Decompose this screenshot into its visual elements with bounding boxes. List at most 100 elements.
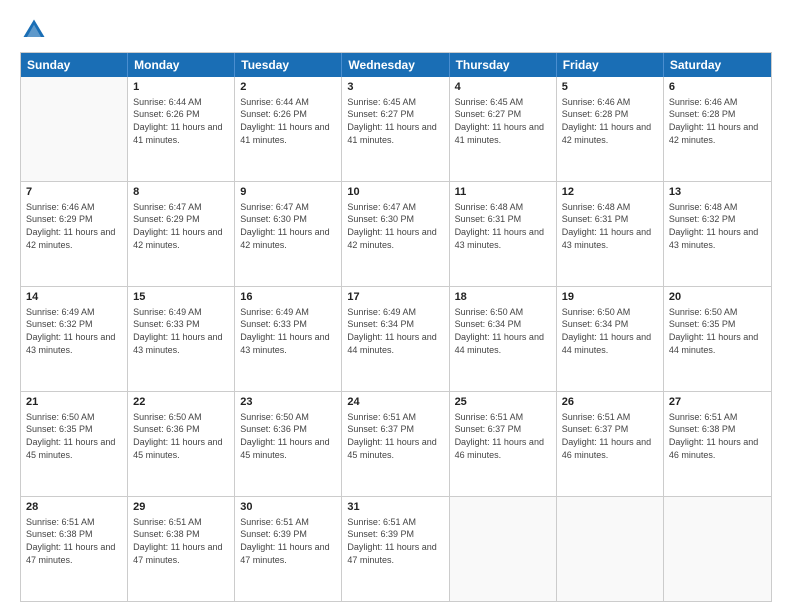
day-info: Sunrise: 6:51 AMSunset: 6:38 PMDaylight:… xyxy=(133,516,229,566)
logo-icon xyxy=(20,16,48,44)
calendar-cell: 10Sunrise: 6:47 AMSunset: 6:30 PMDayligh… xyxy=(342,182,449,286)
calendar-cell: 22Sunrise: 6:50 AMSunset: 6:36 PMDayligh… xyxy=(128,392,235,496)
day-number: 19 xyxy=(562,290,658,305)
day-info: Sunrise: 6:50 AMSunset: 6:34 PMDaylight:… xyxy=(455,306,551,356)
calendar-cell: 20Sunrise: 6:50 AMSunset: 6:35 PMDayligh… xyxy=(664,287,771,391)
day-number: 23 xyxy=(240,395,336,410)
day-number: 5 xyxy=(562,80,658,95)
calendar-cell: 21Sunrise: 6:50 AMSunset: 6:35 PMDayligh… xyxy=(21,392,128,496)
day-number: 25 xyxy=(455,395,551,410)
day-number: 27 xyxy=(669,395,766,410)
header-cell-wednesday: Wednesday xyxy=(342,53,449,77)
day-number: 12 xyxy=(562,185,658,200)
day-info: Sunrise: 6:50 AMSunset: 6:35 PMDaylight:… xyxy=(26,411,122,461)
calendar-cell: 19Sunrise: 6:50 AMSunset: 6:34 PMDayligh… xyxy=(557,287,664,391)
calendar-cell: 18Sunrise: 6:50 AMSunset: 6:34 PMDayligh… xyxy=(450,287,557,391)
day-number: 2 xyxy=(240,80,336,95)
day-info: Sunrise: 6:48 AMSunset: 6:31 PMDaylight:… xyxy=(455,201,551,251)
day-info: Sunrise: 6:51 AMSunset: 6:38 PMDaylight:… xyxy=(26,516,122,566)
calendar-cell: 11Sunrise: 6:48 AMSunset: 6:31 PMDayligh… xyxy=(450,182,557,286)
day-info: Sunrise: 6:47 AMSunset: 6:29 PMDaylight:… xyxy=(133,201,229,251)
day-number: 10 xyxy=(347,185,443,200)
header xyxy=(20,16,772,44)
calendar-cell xyxy=(664,497,771,601)
calendar-cell: 27Sunrise: 6:51 AMSunset: 6:38 PMDayligh… xyxy=(664,392,771,496)
calendar-cell xyxy=(450,497,557,601)
calendar-cell: 6Sunrise: 6:46 AMSunset: 6:28 PMDaylight… xyxy=(664,77,771,181)
day-info: Sunrise: 6:50 AMSunset: 6:36 PMDaylight:… xyxy=(240,411,336,461)
calendar-cell: 8Sunrise: 6:47 AMSunset: 6:29 PMDaylight… xyxy=(128,182,235,286)
day-number: 1 xyxy=(133,80,229,95)
calendar-cell: 23Sunrise: 6:50 AMSunset: 6:36 PMDayligh… xyxy=(235,392,342,496)
day-info: Sunrise: 6:51 AMSunset: 6:39 PMDaylight:… xyxy=(347,516,443,566)
calendar-cell: 4Sunrise: 6:45 AMSunset: 6:27 PMDaylight… xyxy=(450,77,557,181)
calendar-cell: 5Sunrise: 6:46 AMSunset: 6:28 PMDaylight… xyxy=(557,77,664,181)
calendar-header-row: SundayMondayTuesdayWednesdayThursdayFrid… xyxy=(21,53,771,77)
calendar-cell: 25Sunrise: 6:51 AMSunset: 6:37 PMDayligh… xyxy=(450,392,557,496)
calendar-cell: 29Sunrise: 6:51 AMSunset: 6:38 PMDayligh… xyxy=(128,497,235,601)
calendar-cell xyxy=(21,77,128,181)
day-info: Sunrise: 6:45 AMSunset: 6:27 PMDaylight:… xyxy=(455,96,551,146)
day-info: Sunrise: 6:51 AMSunset: 6:37 PMDaylight:… xyxy=(455,411,551,461)
calendar-cell: 15Sunrise: 6:49 AMSunset: 6:33 PMDayligh… xyxy=(128,287,235,391)
calendar-cell: 26Sunrise: 6:51 AMSunset: 6:37 PMDayligh… xyxy=(557,392,664,496)
day-info: Sunrise: 6:50 AMSunset: 6:34 PMDaylight:… xyxy=(562,306,658,356)
calendar-cell: 3Sunrise: 6:45 AMSunset: 6:27 PMDaylight… xyxy=(342,77,449,181)
calendar-cell: 2Sunrise: 6:44 AMSunset: 6:26 PMDaylight… xyxy=(235,77,342,181)
calendar-row-0: 1Sunrise: 6:44 AMSunset: 6:26 PMDaylight… xyxy=(21,77,771,181)
header-cell-sunday: Sunday xyxy=(21,53,128,77)
day-number: 14 xyxy=(26,290,122,305)
day-info: Sunrise: 6:49 AMSunset: 6:33 PMDaylight:… xyxy=(240,306,336,356)
day-number: 17 xyxy=(347,290,443,305)
day-number: 8 xyxy=(133,185,229,200)
day-info: Sunrise: 6:51 AMSunset: 6:37 PMDaylight:… xyxy=(562,411,658,461)
day-info: Sunrise: 6:46 AMSunset: 6:29 PMDaylight:… xyxy=(26,201,122,251)
day-number: 21 xyxy=(26,395,122,410)
day-number: 7 xyxy=(26,185,122,200)
calendar-row-2: 14Sunrise: 6:49 AMSunset: 6:32 PMDayligh… xyxy=(21,286,771,391)
header-cell-saturday: Saturday xyxy=(664,53,771,77)
day-number: 31 xyxy=(347,500,443,515)
calendar-cell: 1Sunrise: 6:44 AMSunset: 6:26 PMDaylight… xyxy=(128,77,235,181)
day-number: 15 xyxy=(133,290,229,305)
day-number: 20 xyxy=(669,290,766,305)
calendar-cell: 12Sunrise: 6:48 AMSunset: 6:31 PMDayligh… xyxy=(557,182,664,286)
calendar-cell xyxy=(557,497,664,601)
day-info: Sunrise: 6:51 AMSunset: 6:38 PMDaylight:… xyxy=(669,411,766,461)
day-info: Sunrise: 6:50 AMSunset: 6:36 PMDaylight:… xyxy=(133,411,229,461)
calendar-cell: 17Sunrise: 6:49 AMSunset: 6:34 PMDayligh… xyxy=(342,287,449,391)
day-number: 22 xyxy=(133,395,229,410)
day-number: 24 xyxy=(347,395,443,410)
day-info: Sunrise: 6:47 AMSunset: 6:30 PMDaylight:… xyxy=(347,201,443,251)
day-info: Sunrise: 6:48 AMSunset: 6:32 PMDaylight:… xyxy=(669,201,766,251)
calendar-cell: 16Sunrise: 6:49 AMSunset: 6:33 PMDayligh… xyxy=(235,287,342,391)
calendar-cell: 9Sunrise: 6:47 AMSunset: 6:30 PMDaylight… xyxy=(235,182,342,286)
calendar-cell: 14Sunrise: 6:49 AMSunset: 6:32 PMDayligh… xyxy=(21,287,128,391)
calendar-row-4: 28Sunrise: 6:51 AMSunset: 6:38 PMDayligh… xyxy=(21,496,771,601)
page: SundayMondayTuesdayWednesdayThursdayFrid… xyxy=(0,0,792,612)
calendar-cell: 31Sunrise: 6:51 AMSunset: 6:39 PMDayligh… xyxy=(342,497,449,601)
day-info: Sunrise: 6:49 AMSunset: 6:34 PMDaylight:… xyxy=(347,306,443,356)
day-info: Sunrise: 6:48 AMSunset: 6:31 PMDaylight:… xyxy=(562,201,658,251)
calendar-cell: 24Sunrise: 6:51 AMSunset: 6:37 PMDayligh… xyxy=(342,392,449,496)
calendar-row-1: 7Sunrise: 6:46 AMSunset: 6:29 PMDaylight… xyxy=(21,181,771,286)
calendar-cell: 30Sunrise: 6:51 AMSunset: 6:39 PMDayligh… xyxy=(235,497,342,601)
day-info: Sunrise: 6:51 AMSunset: 6:39 PMDaylight:… xyxy=(240,516,336,566)
day-info: Sunrise: 6:49 AMSunset: 6:33 PMDaylight:… xyxy=(133,306,229,356)
header-cell-friday: Friday xyxy=(557,53,664,77)
calendar-row-3: 21Sunrise: 6:50 AMSunset: 6:35 PMDayligh… xyxy=(21,391,771,496)
header-cell-thursday: Thursday xyxy=(450,53,557,77)
day-number: 29 xyxy=(133,500,229,515)
calendar: SundayMondayTuesdayWednesdayThursdayFrid… xyxy=(20,52,772,602)
day-info: Sunrise: 6:51 AMSunset: 6:37 PMDaylight:… xyxy=(347,411,443,461)
day-number: 18 xyxy=(455,290,551,305)
day-info: Sunrise: 6:44 AMSunset: 6:26 PMDaylight:… xyxy=(133,96,229,146)
logo xyxy=(20,16,52,44)
day-number: 4 xyxy=(455,80,551,95)
calendar-body: 1Sunrise: 6:44 AMSunset: 6:26 PMDaylight… xyxy=(21,77,771,601)
calendar-cell: 7Sunrise: 6:46 AMSunset: 6:29 PMDaylight… xyxy=(21,182,128,286)
day-number: 3 xyxy=(347,80,443,95)
day-number: 6 xyxy=(669,80,766,95)
calendar-cell: 28Sunrise: 6:51 AMSunset: 6:38 PMDayligh… xyxy=(21,497,128,601)
day-info: Sunrise: 6:46 AMSunset: 6:28 PMDaylight:… xyxy=(562,96,658,146)
